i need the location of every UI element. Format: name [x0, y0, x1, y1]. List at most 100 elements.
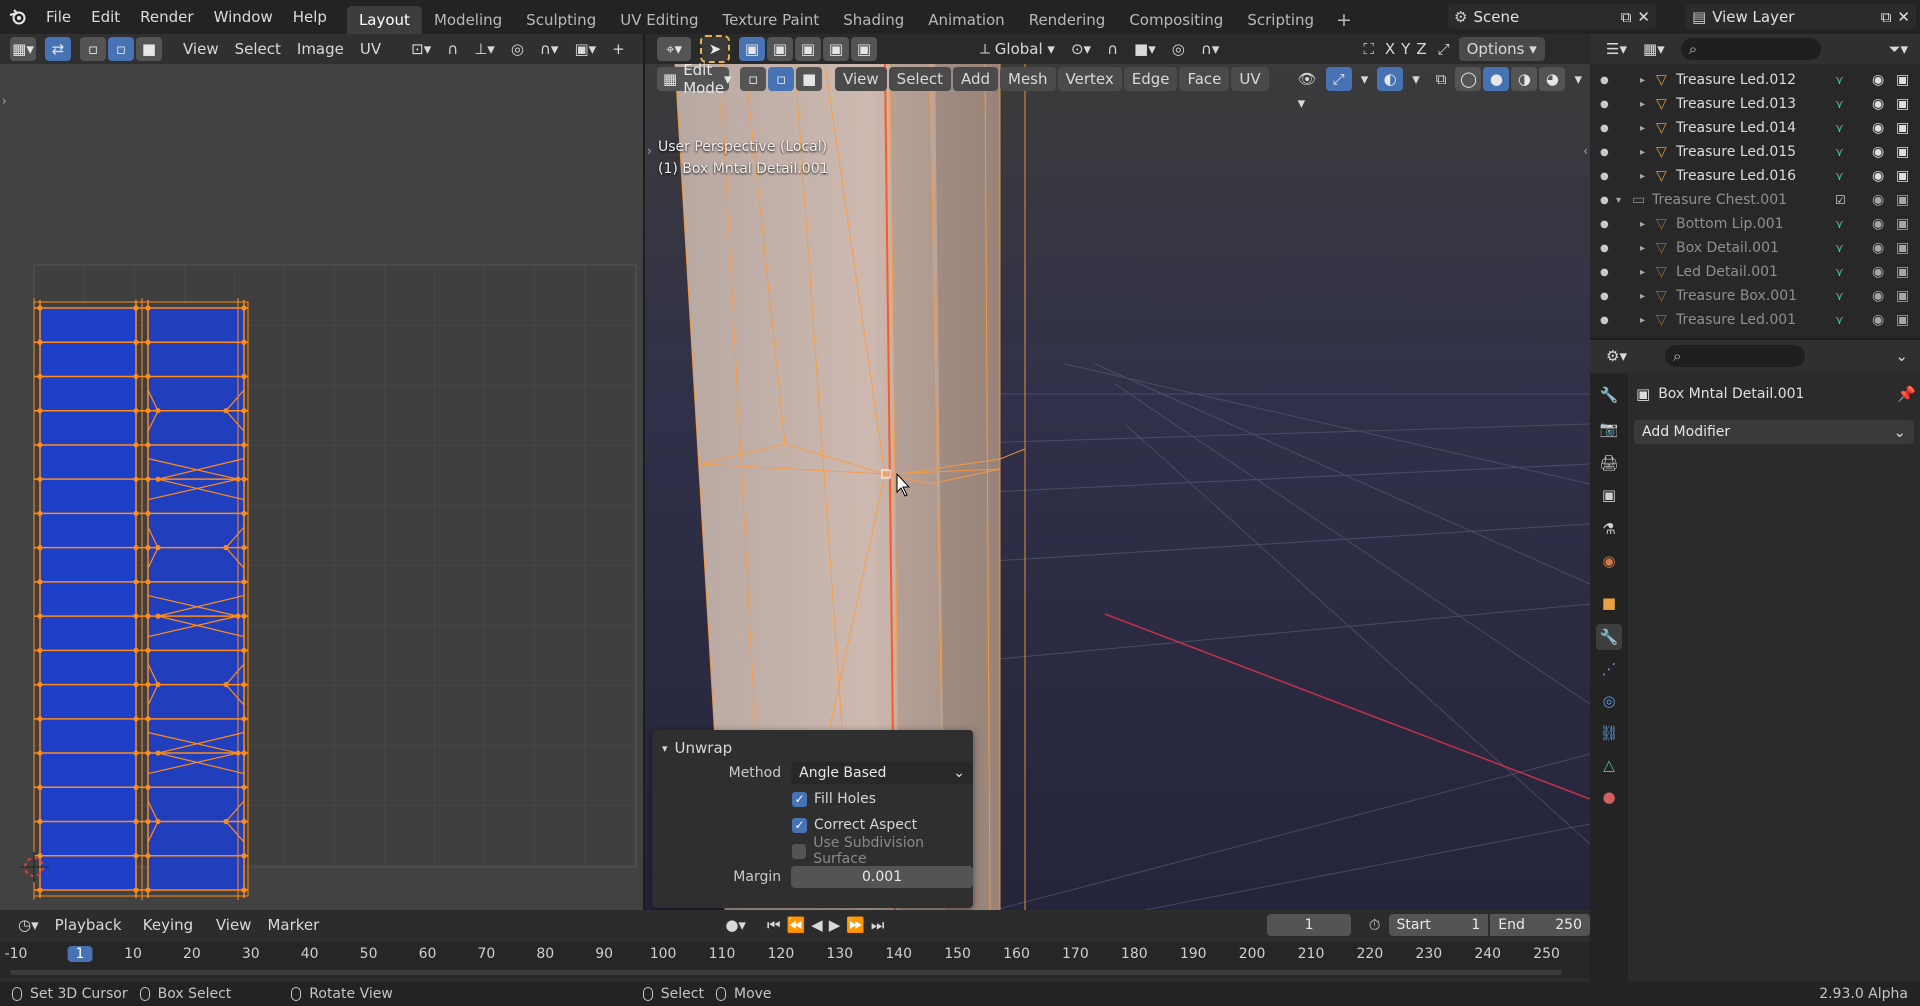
- tab-texture-paint[interactable]: Texture Paint: [710, 6, 831, 34]
- eye-icon[interactable]: ◉: [1872, 120, 1884, 136]
- snap-target-icon[interactable]: ⊥▾: [466, 37, 503, 61]
- properties-search-input[interactable]: ⌕: [1664, 345, 1805, 367]
- eye-icon[interactable]: ◉: [1872, 168, 1884, 184]
- camera-icon[interactable]: ▣: [1896, 240, 1909, 256]
- snap-icon[interactable]: ∩: [439, 37, 466, 61]
- uv-menu-image[interactable]: Image: [289, 37, 352, 61]
- editor-type-icon[interactable]: ▦▾: [10, 37, 36, 61]
- properties-options-icon[interactable]: ⌄: [1887, 344, 1916, 368]
- uv-canvas[interactable]: ›: [0, 64, 643, 910]
- eye-icon[interactable]: ◉: [1872, 240, 1884, 256]
- menu-window[interactable]: Window: [204, 4, 283, 30]
- pin-icon[interactable]: 📌: [1897, 385, 1916, 403]
- menu-file[interactable]: File: [36, 4, 81, 30]
- blender-logo-icon[interactable]: [0, 0, 36, 34]
- expand-arrow-icon[interactable]: ▸: [1640, 315, 1645, 326]
- camera-icon[interactable]: ▣: [1896, 288, 1909, 304]
- playback-menu[interactable]: Playback ▾: [47, 913, 135, 958]
- scene-tab-icon[interactable]: ⚗: [1596, 516, 1622, 542]
- view-layer-tab-icon[interactable]: ▣: [1596, 482, 1622, 508]
- tab-uv-editing[interactable]: UV Editing: [608, 6, 710, 34]
- material-shading-icon[interactable]: ◑: [1511, 67, 1538, 91]
- overlay-icon[interactable]: ◐: [1377, 67, 1404, 91]
- vp-menu-view[interactable]: View: [835, 67, 887, 91]
- solid-shading-icon[interactable]: ●: [1483, 67, 1510, 91]
- orientation-dropdown[interactable]: ⟂ Global ▾: [972, 37, 1063, 61]
- snap-3d-icon[interactable]: ∩: [1099, 37, 1126, 61]
- jump-start-icon[interactable]: ⏮: [764, 913, 784, 937]
- expand-arrow-icon[interactable]: ▾: [1616, 195, 1621, 206]
- expand-arrow-icon[interactable]: ▸: [1640, 147, 1645, 158]
- expand-arrow-icon[interactable]: ▸: [1640, 219, 1645, 230]
- particles-tab-icon[interactable]: ⋰: [1596, 656, 1622, 682]
- world-tab-icon[interactable]: ◉: [1596, 548, 1622, 574]
- delete-scene-icon[interactable]: ✕: [1637, 8, 1650, 26]
- marker-menu[interactable]: Marker: [259, 913, 327, 937]
- timeline-ruler[interactable]: -10 1 10 20 30 40 50 60 70 80 90 100 110 120 130 140 150…: [0, 942, 1590, 978]
- correct-aspect-checkbox[interactable]: ✓: [792, 817, 807, 833]
- camera-icon[interactable]: ▣: [1896, 144, 1909, 160]
- edge-mode-icon[interactable]: ▫: [768, 67, 795, 91]
- scene-selector[interactable]: ⚙ Scene ⧉ ✕: [1448, 4, 1656, 29]
- camera-icon[interactable]: ▣: [1896, 72, 1909, 88]
- tab-shading[interactable]: Shading: [831, 6, 916, 34]
- eye-icon[interactable]: ◉: [1872, 144, 1884, 160]
- jump-keyframe-forward-icon[interactable]: ⏩: [843, 913, 868, 937]
- fill-holes-checkbox[interactable]: ✓: [792, 791, 807, 807]
- eye-icon[interactable]: ◉: [1872, 312, 1884, 328]
- play-reverse-icon[interactable]: ◀: [808, 913, 826, 937]
- image-browse-icon[interactable]: ▣▾: [566, 37, 604, 61]
- gizmo-dropdown-icon[interactable]: ▾: [1353, 67, 1377, 91]
- outliner-item[interactable]: ● ▸ ▽ Treasure Led.015 ⋎ ◉ ▣: [1590, 140, 1920, 164]
- uv-menu-select[interactable]: Select: [227, 37, 289, 61]
- vp-menu-face[interactable]: Face: [1179, 67, 1230, 91]
- eye-icon[interactable]: ◉: [1872, 72, 1884, 88]
- proportional-3d-icon[interactable]: ◎: [1164, 37, 1193, 61]
- expand-arrow-icon[interactable]: ▸: [1640, 171, 1645, 182]
- select-mode-new-icon[interactable]: ▣: [739, 37, 765, 61]
- data-tab-icon[interactable]: △: [1596, 752, 1622, 778]
- editor-type-3d-icon[interactable]: ⌖▾: [657, 37, 691, 61]
- pivot-icon[interactable]: ⊙▾: [1063, 37, 1099, 61]
- current-frame-marker[interactable]: 1: [67, 946, 93, 962]
- preview-range-icon[interactable]: ⏱: [1361, 913, 1389, 937]
- constraints-tab-icon[interactable]: ⛓: [1596, 720, 1622, 746]
- delete-view-layer-icon[interactable]: ✕: [1897, 8, 1910, 26]
- face-mode-icon[interactable]: ■: [796, 67, 823, 91]
- overlay-dropdown-icon[interactable]: ▾: [1404, 67, 1428, 91]
- sync-selection-icon[interactable]: ⇄: [45, 37, 71, 61]
- add-workspace-button[interactable]: +: [1326, 6, 1362, 34]
- play-icon[interactable]: ▶: [826, 913, 844, 937]
- view-layer-selector[interactable]: ▤ View Layer ⧉ ✕: [1686, 4, 1916, 29]
- keying-menu[interactable]: Keying ▾: [135, 913, 208, 958]
- tab-modeling[interactable]: Modeling: [422, 6, 514, 34]
- outliner-item[interactable]: ● ▸ ▽ Treasure Box.001 ⋎ ◉ ▣: [1590, 284, 1920, 308]
- pivot-point-icon[interactable]: ⊡▾: [403, 37, 439, 61]
- outliner-editor-type-icon[interactable]: ☰▾: [1598, 37, 1635, 61]
- timeline-scrollbar[interactable]: [10, 970, 1562, 975]
- tab-sculpting[interactable]: Sculpting: [514, 6, 608, 34]
- camera-icon[interactable]: ▣: [1896, 168, 1909, 184]
- expand-arrow-icon[interactable]: ▸: [1640, 243, 1645, 254]
- expand-arrow-icon[interactable]: ▸: [1640, 99, 1645, 110]
- menu-help[interactable]: Help: [283, 4, 337, 30]
- proportional-edit-icon[interactable]: ◎: [503, 37, 532, 61]
- fill-holes-row[interactable]: ✓ Fill Holes: [792, 788, 876, 810]
- outliner-item[interactable]: ● ▸ ▽ Treasure Led.012 ⋎ ◉ ▣: [1590, 68, 1920, 92]
- edge-select-icon[interactable]: ▫: [108, 37, 134, 61]
- expand-arrow-icon[interactable]: ▸: [1640, 291, 1645, 302]
- add-modifier-dropdown[interactable]: Add Modifier ⌄: [1634, 420, 1914, 444]
- jump-keyframe-back-icon[interactable]: ⏪: [783, 913, 808, 937]
- display-mode-icon[interactable]: ▦▾: [1635, 37, 1673, 61]
- select-mode-extend-icon[interactable]: ▣: [767, 37, 793, 61]
- eye-icon[interactable]: ◉: [1872, 96, 1884, 112]
- end-frame-field[interactable]: End 250: [1490, 914, 1590, 936]
- expand-arrow-icon[interactable]: ▸: [1640, 75, 1645, 86]
- vertex-select-icon[interactable]: ▫: [80, 37, 106, 61]
- material-tab-icon[interactable]: ●: [1596, 784, 1622, 810]
- correct-aspect-row[interactable]: ✓ Correct Aspect: [792, 814, 917, 836]
- properties-editor-type-icon[interactable]: ⚙▾: [1598, 344, 1635, 368]
- outliner-item[interactable]: ● ▸ ▽ Led Detail.001 ⋎ ◉ ▣: [1590, 260, 1920, 284]
- camera-icon[interactable]: ▣: [1896, 192, 1909, 208]
- object-tab-icon[interactable]: ■: [1596, 590, 1622, 616]
